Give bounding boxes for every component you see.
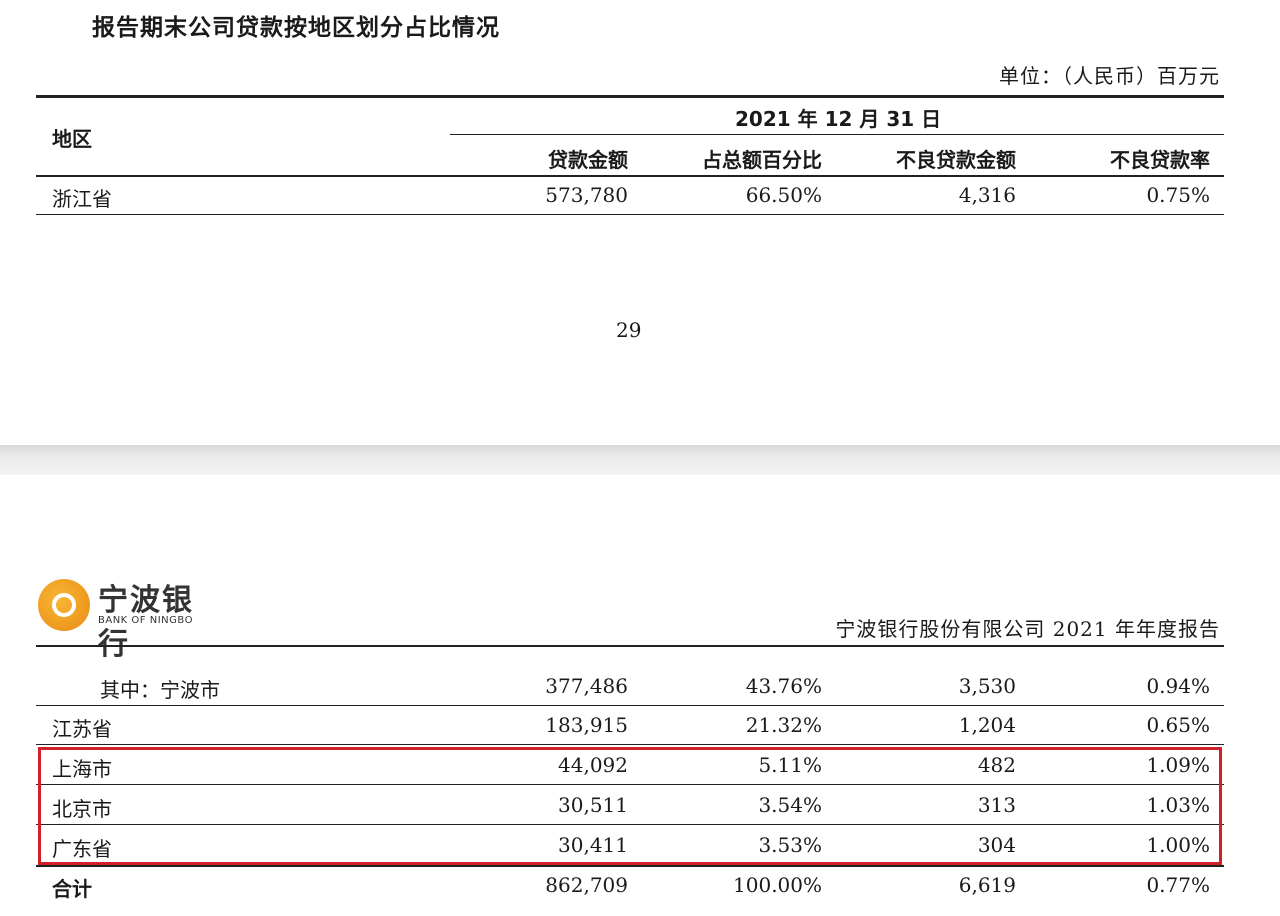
- header-date: 2021 年 12 月 31 日: [735, 107, 942, 131]
- unit-label: 单位：（人民币）百万元: [999, 64, 1220, 88]
- page-number: 29: [616, 318, 642, 342]
- row-pct: 100.00%: [733, 873, 822, 897]
- row-region: 浙江省: [52, 187, 112, 211]
- row-rate: 0.94%: [1146, 674, 1210, 698]
- header-share: 占总额百分比: [702, 148, 822, 172]
- row-loan: 377,486: [545, 674, 628, 698]
- header-region: 地区: [52, 127, 92, 151]
- date-rule: [450, 134, 1224, 135]
- header-bottom-rule: [36, 175, 1224, 177]
- row-rule: [36, 744, 1224, 745]
- row-loan: 183,915: [545, 713, 628, 737]
- total-label: 合计: [52, 877, 92, 901]
- row-npl: 4,316: [958, 183, 1016, 207]
- table-top-rule: [36, 95, 1224, 98]
- row-npl: 6,619: [958, 873, 1016, 897]
- header-npl-rate: 不良贷款率: [1110, 148, 1210, 172]
- row-loan: 573,780: [545, 183, 628, 207]
- row-rate: 0.65%: [1146, 713, 1210, 737]
- bank-logo: 宁波银行 BANK OF NINGBO: [38, 575, 218, 662]
- page1-bottom-rule: [36, 214, 1224, 215]
- row-loan: 862,709: [545, 873, 628, 897]
- row-pct: 43.76%: [745, 674, 822, 698]
- row-pct: 21.32%: [745, 713, 822, 737]
- row-rate: 0.77%: [1146, 873, 1210, 897]
- total-rule: [36, 865, 1224, 867]
- report-page-top: 报告期末公司贷款按地区划分占比情况 单位：（人民币）百万元 地区 2021 年 …: [0, 0, 1280, 445]
- page2-top-rule: [36, 645, 1224, 647]
- page-gap: [0, 445, 1280, 475]
- logo-text-en: BANK OF NINGBO: [98, 615, 193, 626]
- row-region: 江苏省: [52, 717, 112, 741]
- row-npl: 1,204: [958, 713, 1016, 737]
- row-region: 其中：宁波市: [100, 678, 220, 702]
- row-rate: 0.75%: [1146, 183, 1210, 207]
- highlight-box: [38, 747, 1222, 865]
- header-npl-amount: 不良贷款金额: [896, 148, 1016, 172]
- header-loan-amount: 贷款金额: [548, 148, 628, 172]
- row-pct: 66.50%: [745, 183, 822, 207]
- report-page-bottom: 宁波银行 BANK OF NINGBO 宁波银行股份有限公司 2021 年年度报…: [0, 475, 1280, 916]
- report-name: 宁波银行股份有限公司 2021 年年度报告: [835, 617, 1220, 641]
- row-npl: 3,530: [958, 674, 1016, 698]
- row-rule: [36, 705, 1224, 706]
- logo-emblem-icon: [38, 579, 90, 631]
- table-title: 报告期末公司贷款按地区划分占比情况: [92, 15, 500, 41]
